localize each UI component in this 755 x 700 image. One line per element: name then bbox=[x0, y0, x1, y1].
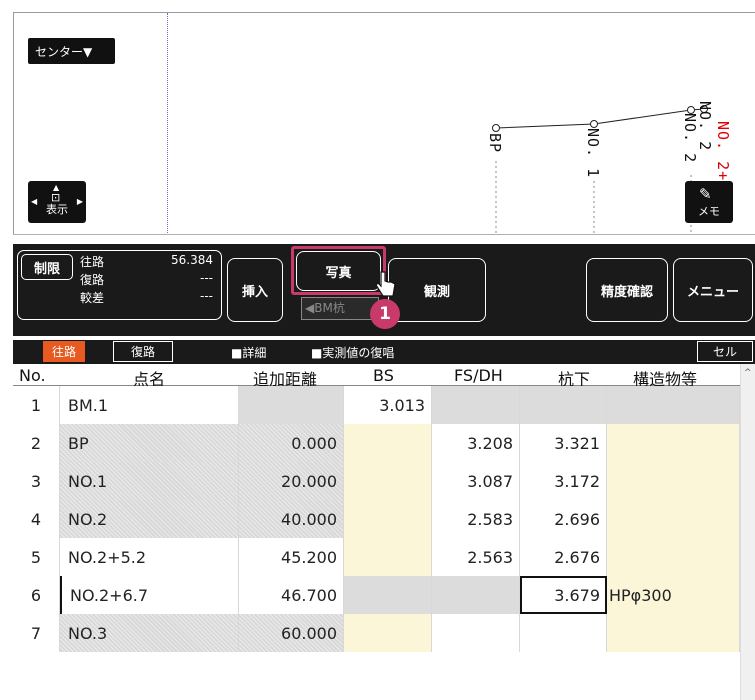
toolbar: 制限 往路 56.384 復路 --- 較差 --- 挿入 写真 ◀BM杭 観測… bbox=[13, 244, 755, 336]
cell-no[interactable]: 2 bbox=[13, 424, 60, 462]
cell-structure[interactable] bbox=[607, 462, 740, 500]
tab-return[interactable]: 復路 bbox=[113, 341, 173, 362]
cell-no[interactable]: 5 bbox=[13, 538, 60, 576]
cell-name[interactable]: BM.1 bbox=[60, 386, 239, 424]
diff-row-label: 較差 bbox=[80, 291, 105, 305]
memo-label: メモ bbox=[698, 205, 720, 218]
cell-fs[interactable] bbox=[432, 614, 520, 652]
vertical-scrollbar[interactable]: ^ bbox=[740, 364, 755, 700]
cell-kuishita[interactable] bbox=[520, 614, 607, 652]
diff-row-value: --- bbox=[200, 289, 213, 303]
view-label: 表示 bbox=[46, 203, 68, 216]
map-divider bbox=[13, 234, 755, 235]
cell-no[interactable]: 1 bbox=[13, 386, 60, 424]
step-badge: 1 bbox=[370, 299, 400, 329]
restore-checkbox[interactable]: ■実測値の復唱 bbox=[311, 344, 394, 361]
cell-kuishita[interactable]: 3.172 bbox=[520, 462, 607, 500]
cell-structure[interactable] bbox=[607, 614, 740, 652]
cell-kuishita[interactable]: 2.676 bbox=[520, 538, 607, 576]
limit-panel: 制限 往路 56.384 復路 --- 較差 --- bbox=[17, 250, 222, 320]
cell-no[interactable]: 3 bbox=[13, 462, 60, 500]
detail-checkbox[interactable]: ■詳細 bbox=[231, 344, 266, 361]
tab-row: 往路 復路 ■詳細 ■実測値の復唱 セル bbox=[13, 340, 755, 364]
cell-no[interactable]: 7 bbox=[13, 614, 60, 652]
table-row[interactable]: 4 NO.2 40.000 2.583 2.696 bbox=[13, 500, 755, 538]
cell-kuishita[interactable]: 3.321 bbox=[520, 424, 607, 462]
cell-fs[interactable]: 2.563 bbox=[432, 538, 520, 576]
profile-map[interactable]: センター▼ BP NO. 1 NO. 2 NO. 2 NO. 2+ ▲ ◀ ▶ … bbox=[13, 12, 755, 234]
table-row[interactable]: 1 BM.1 3.013 bbox=[13, 386, 755, 424]
no2-plus-label: NO. 2 bbox=[696, 101, 714, 152]
cell-name[interactable]: NO.2 bbox=[60, 500, 239, 538]
photo-highlight bbox=[291, 246, 386, 295]
cell-structure[interactable] bbox=[607, 386, 740, 424]
limit-button[interactable]: 制限 bbox=[21, 254, 73, 280]
table-row[interactable]: 5 NO.2+5.2 45.200 2.563 2.676 bbox=[13, 538, 755, 576]
table-row[interactable]: 2 BP 0.000 3.208 3.321 bbox=[13, 424, 755, 462]
tab-outbound[interactable]: 往路 bbox=[43, 341, 85, 362]
cell-kuishita[interactable]: 2.696 bbox=[520, 500, 607, 538]
cell-no[interactable]: 4 bbox=[13, 500, 60, 538]
cell-name[interactable]: NO.2+6.7 bbox=[60, 576, 239, 614]
table-row[interactable]: 7 NO.3 60.000 bbox=[13, 614, 755, 652]
accuracy-check-button[interactable]: 精度確認 bbox=[586, 258, 668, 322]
no2-plus-red-label: NO. 2+ bbox=[714, 121, 732, 182]
menu-button[interactable]: メニュー bbox=[673, 258, 753, 322]
cell-fs[interactable] bbox=[432, 386, 520, 424]
cell-structure[interactable] bbox=[607, 424, 740, 462]
table-row[interactable]: 6 NO.2+6.7 46.700 3.679 HPφ300 bbox=[13, 576, 755, 614]
cell-bs[interactable] bbox=[344, 576, 432, 614]
table-row[interactable]: 3 NO.1 20.000 3.087 3.172 bbox=[13, 462, 755, 500]
cell-fs[interactable]: 3.208 bbox=[432, 424, 520, 462]
cell-fs[interactable] bbox=[432, 576, 520, 614]
cell-name[interactable]: BP bbox=[60, 424, 239, 462]
cell-distance[interactable]: 45.200 bbox=[239, 538, 344, 576]
outbound-row-value: 56.384 bbox=[171, 253, 213, 267]
cell-bs[interactable] bbox=[344, 424, 432, 462]
cell-button[interactable]: セル bbox=[697, 341, 753, 362]
bp-label: BP bbox=[486, 133, 504, 154]
cell-name[interactable]: NO.1 bbox=[60, 462, 239, 500]
cell-structure[interactable] bbox=[607, 538, 740, 576]
cell-structure[interactable]: HPφ300 bbox=[607, 576, 740, 614]
cell-bs[interactable] bbox=[344, 614, 432, 652]
pen-icon: ✎ bbox=[699, 185, 712, 203]
cell-bs[interactable] bbox=[344, 462, 432, 500]
outbound-row-label: 往路 bbox=[80, 255, 105, 269]
table-body: 1 BM.1 3.013 2 BP 0.000 3.208 3.321 3 NO… bbox=[13, 386, 755, 652]
return-row-value: --- bbox=[200, 271, 213, 285]
return-row-label: 復路 bbox=[80, 273, 105, 287]
view-button[interactable]: ▲ ◀ ▶ ⊡ 表示 bbox=[28, 181, 86, 223]
scroll-up-icon[interactable]: ^ bbox=[744, 368, 752, 378]
observe-button[interactable]: 観測 bbox=[388, 258, 486, 322]
header-no[interactable]: No. bbox=[19, 366, 46, 385]
hand-cursor-icon bbox=[375, 271, 396, 297]
cell-bs[interactable]: 3.013 bbox=[344, 386, 432, 424]
bm-field[interactable]: ◀BM杭 bbox=[301, 297, 379, 320]
cell-distance[interactable]: 0.000 bbox=[239, 424, 344, 462]
cell-bs[interactable] bbox=[344, 538, 432, 576]
cell-distance[interactable]: 60.000 bbox=[239, 614, 344, 652]
cell-bs[interactable] bbox=[344, 500, 432, 538]
memo-button[interactable]: ✎ メモ bbox=[685, 181, 733, 223]
cell-no[interactable]: 6 bbox=[13, 576, 60, 614]
profile-line bbox=[492, 105, 708, 234]
insert-button[interactable]: 挿入 bbox=[227, 258, 283, 322]
header-fs-dh[interactable]: FS/DH bbox=[454, 366, 503, 385]
cell-structure[interactable] bbox=[607, 500, 740, 538]
cell-distance[interactable]: 20.000 bbox=[239, 462, 344, 500]
cell-distance[interactable]: 46.700 bbox=[239, 576, 344, 614]
cell-distance[interactable]: 40.000 bbox=[239, 500, 344, 538]
header-bs[interactable]: BS bbox=[373, 366, 394, 385]
cell-kuishita[interactable] bbox=[520, 386, 607, 424]
cell-name[interactable]: NO.2+5.2 bbox=[60, 538, 239, 576]
no1-label: NO. 1 bbox=[584, 128, 602, 179]
cell-fs[interactable]: 3.087 bbox=[432, 462, 520, 500]
table-header: No. 点名 追加距離 BS FS/DH 杭下 構造物等 bbox=[13, 364, 755, 393]
cell-name[interactable]: NO.3 bbox=[60, 614, 239, 652]
cell-kuishita-selected[interactable]: 3.679 bbox=[520, 576, 607, 614]
cell-distance[interactable] bbox=[239, 386, 344, 424]
cell-fs[interactable]: 2.583 bbox=[432, 500, 520, 538]
